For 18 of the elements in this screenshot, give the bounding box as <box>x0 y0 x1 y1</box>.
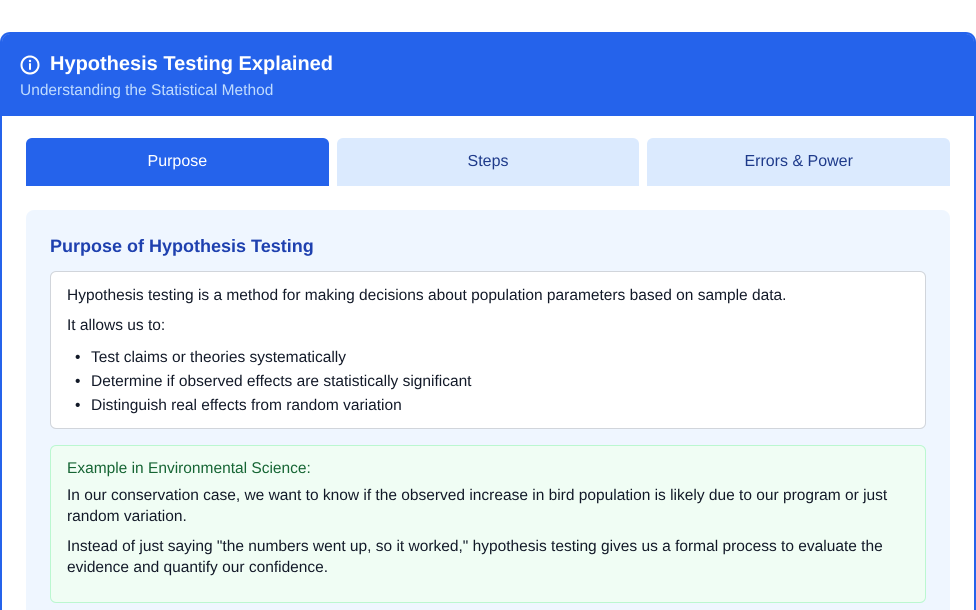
bullet-text: Test claims or theories systematically <box>91 348 346 368</box>
intro-text: Hypothesis testing is a method for making decisions about population parameters based on sample data. <box>67 286 788 306</box>
tab[interactable]: Purpose <box>26 138 329 186</box>
bullet-marker: • <box>75 348 82 368</box>
example-paragraph: Instead of just saying "the numbers went up, so it worked," hypothesis testing gives us a formal process to evaluate the evidence and quantify our confidence. <box>67 536 884 578</box>
section-title: Purpose of Hypothesis Testing <box>50 236 315 257</box>
header-title: Hypothesis Testing Explained <box>50 53 334 76</box>
tab[interactable]: Steps <box>336 138 640 186</box>
example-title: Example in Environmental Science: <box>67 460 312 478</box>
info-icon <box>20 54 40 74</box>
bullet-marker: • <box>75 372 82 392</box>
tab[interactable]: Errors & Power <box>647 138 950 186</box>
bullet-marker: • <box>75 396 82 416</box>
example-paragraph: In our conservation case, we want to know if the observed increase in bird population is likely due to our program or just random variation. <box>67 486 888 527</box>
bullet-text: Distinguish real effects from random variation <box>91 396 402 416</box>
header-subtitle: Understanding the Statistical Method <box>20 82 274 100</box>
bullet-text: Determine if observed effects are statistically significant <box>91 372 472 392</box>
lead-text: It allows us to: <box>67 316 166 336</box>
